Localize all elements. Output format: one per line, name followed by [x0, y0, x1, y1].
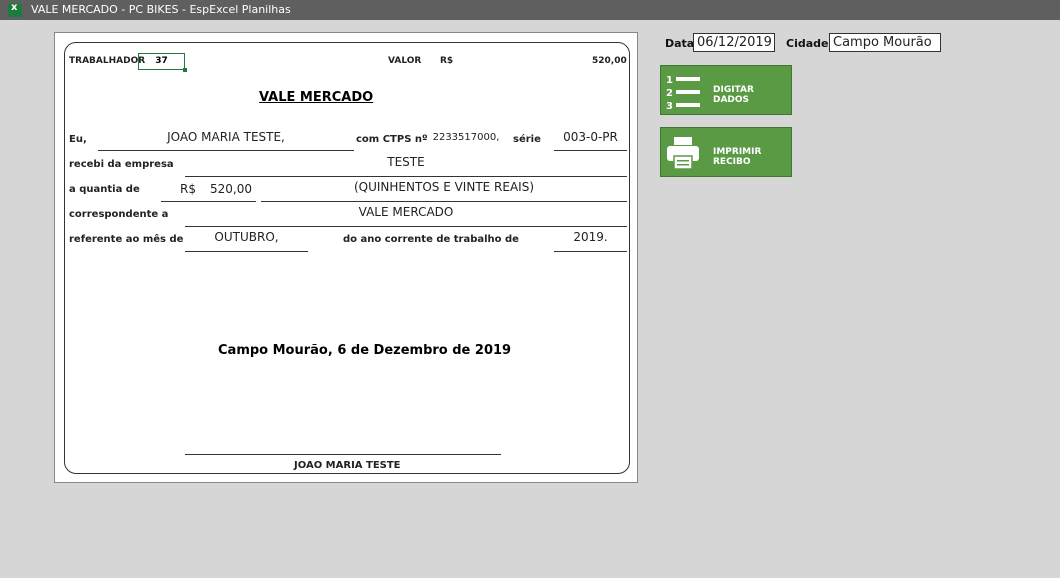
excel-icon — [8, 2, 22, 17]
valor-currency: R$ — [440, 56, 454, 66]
digitar-dados-label: DIGITAR DADOS — [713, 85, 754, 105]
quantia-label: a quantia de — [69, 184, 140, 195]
signature-name: JOAO MARIA TESTE — [294, 460, 401, 471]
trabalhador-cell[interactable]: 37 — [138, 53, 187, 72]
title-bar: VALE MERCADO - PC BIKES - EspExcel Plani… — [0, 0, 1060, 20]
ano-label: do ano corrente de trabalho de — [343, 234, 519, 245]
receipt-frame: TRABALHADOR 37 VALOR R$ 520,00 VALE MERC… — [64, 42, 630, 474]
correspondente-label: correspondente a — [69, 209, 169, 220]
digitar-dados-button[interactable]: 1 2 3 DIGITAR DADOS — [660, 65, 792, 115]
signature-line — [185, 454, 501, 455]
imprimir-recibo-button[interactable]: IMPRIMIR RECIBO — [660, 127, 792, 177]
data-field[interactable]: 06/12/2019 — [693, 33, 775, 52]
valor-value: 520,00 — [592, 56, 627, 66]
date-line: Campo Mourão, 6 de Dezembro de 2019 — [218, 343, 512, 358]
quantia-currency: R$ — [180, 182, 196, 196]
imprimir-recibo-label: IMPRIMIR RECIBO — [713, 147, 762, 167]
ctps-field[interactable]: 2233517000, — [431, 132, 501, 143]
quantia-extenso-field[interactable]: (QUINHENTOS E VINTE REAIS) — [261, 180, 627, 202]
svg-text:1: 1 — [666, 75, 673, 86]
serie-label: série — [513, 134, 541, 145]
trabalhador-label: TRABALHADOR — [69, 56, 146, 66]
eu-label: Eu, — [69, 134, 87, 145]
quantia-value: 520,00 — [210, 182, 252, 196]
window-title: VALE MERCADO - PC BIKES - EspExcel Plani… — [31, 3, 291, 16]
cidade-label: Cidade — [786, 37, 829, 50]
numbered-list-icon: 1 2 3 — [666, 75, 700, 110]
ano-field[interactable]: 2019. — [554, 230, 627, 252]
empresa-label: recebi da empresa — [69, 159, 174, 170]
mes-field[interactable]: OUTUBRO, — [185, 230, 308, 252]
svg-text:3: 3 — [666, 101, 673, 110]
quantia-field[interactable]: R$ 520,00 — [161, 180, 256, 202]
serie-field[interactable]: 003-0-PR — [554, 130, 627, 151]
name-field[interactable]: JOAO MARIA TESTE, — [98, 130, 354, 151]
ctps-label: com CTPS nº — [356, 134, 428, 145]
svg-text:2: 2 — [666, 88, 673, 99]
receipt-heading: VALE MERCADO — [259, 90, 374, 105]
referente-label: referente ao mês de — [69, 234, 184, 245]
printer-icon — [667, 137, 699, 170]
receipt-sheet: TRABALHADOR 37 VALOR R$ 520,00 VALE MERC… — [54, 32, 638, 483]
cidade-field[interactable]: Campo Mourão — [829, 33, 941, 52]
data-label: Data — [665, 37, 695, 50]
empresa-field[interactable]: TESTE — [185, 155, 627, 177]
valor-label: VALOR — [388, 56, 422, 66]
correspondente-field[interactable]: VALE MERCADO — [185, 205, 627, 227]
